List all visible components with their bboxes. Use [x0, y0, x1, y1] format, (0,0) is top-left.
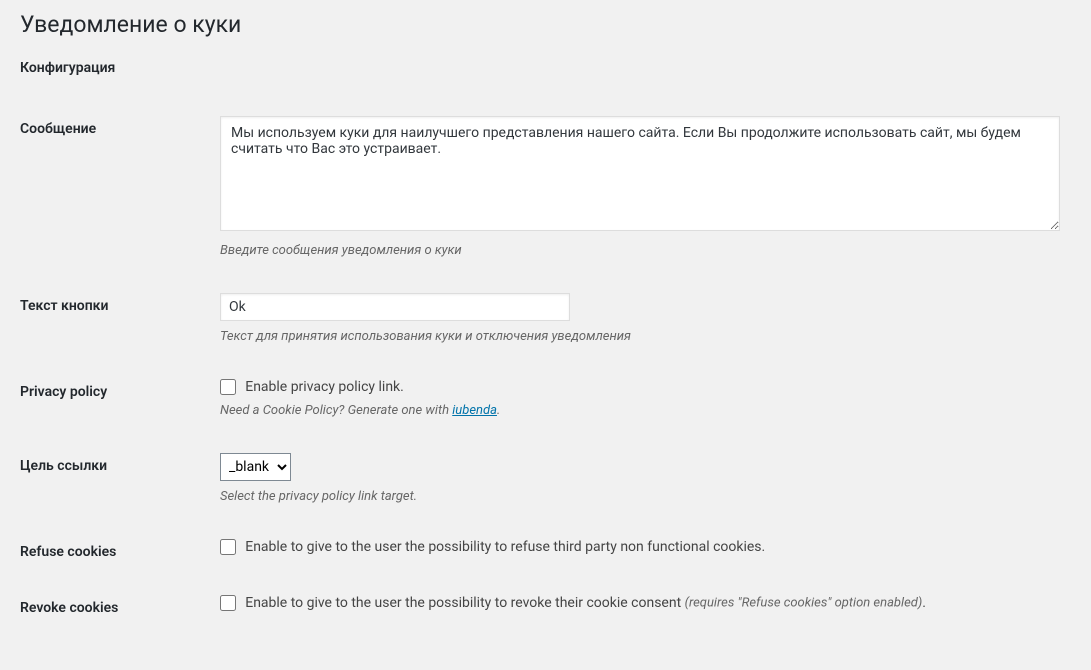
privacy-policy-checkbox[interactable] [220, 379, 236, 395]
button-text-row: Текст кнопки Текст для принятия использо… [20, 278, 1071, 364]
refuse-cookies-checkbox-label: Enable to give to the user the possibili… [245, 539, 765, 555]
privacy-policy-label: Privacy policy [20, 364, 220, 438]
iubenda-link[interactable]: iubenda [452, 403, 497, 418]
revoke-cookies-checkbox-label: Enable to give to the user the possibili… [245, 595, 684, 611]
link-target-description: Select the privacy policy link target. [220, 489, 1061, 504]
privacy-policy-desc-suffix: . [497, 403, 500, 418]
section-title: Конфигурация [20, 60, 1071, 76]
revoke-cookies-suffix: . [922, 595, 926, 611]
message-description: Введите сообщения уведомления о куки [220, 243, 1061, 258]
refuse-cookies-label: Refuse cookies [20, 524, 220, 580]
button-text-description: Текст для принятия использования куки и … [220, 329, 1061, 344]
privacy-policy-checkbox-label: Enable privacy policy link. [245, 379, 404, 395]
revoke-cookies-note: (requires "Refuse cookies" option enable… [685, 595, 923, 610]
page-title: Уведомление о куки [20, 10, 1071, 40]
privacy-policy-desc-prefix: Need a Cookie Policy? Generate one with [220, 403, 452, 418]
settings-form-table: Сообщение Мы используем куки для наилучш… [20, 101, 1071, 636]
privacy-policy-row: Privacy policy Enable privacy policy lin… [20, 364, 1071, 438]
revoke-cookies-label: Revoke cookies [20, 580, 220, 636]
message-row: Сообщение Мы используем куки для наилучш… [20, 101, 1071, 278]
message-label: Сообщение [20, 101, 220, 278]
button-text-input[interactable] [220, 293, 570, 321]
link-target-label: Цель ссылки [20, 438, 220, 524]
revoke-cookies-row: Revoke cookies Enable to give to the use… [20, 580, 1071, 636]
button-text-label: Текст кнопки [20, 278, 220, 364]
message-textarea[interactable]: Мы используем куки для наилучшего предст… [220, 116, 1060, 231]
link-target-row: Цель ссылки _blank Select the privacy po… [20, 438, 1071, 524]
privacy-policy-description: Need a Cookie Policy? Generate one with … [220, 403, 1061, 418]
revoke-cookies-checkbox[interactable] [220, 595, 236, 611]
refuse-cookies-row: Refuse cookies Enable to give to the use… [20, 524, 1071, 580]
refuse-cookies-checkbox[interactable] [220, 539, 236, 555]
link-target-select[interactable]: _blank [220, 453, 291, 481]
